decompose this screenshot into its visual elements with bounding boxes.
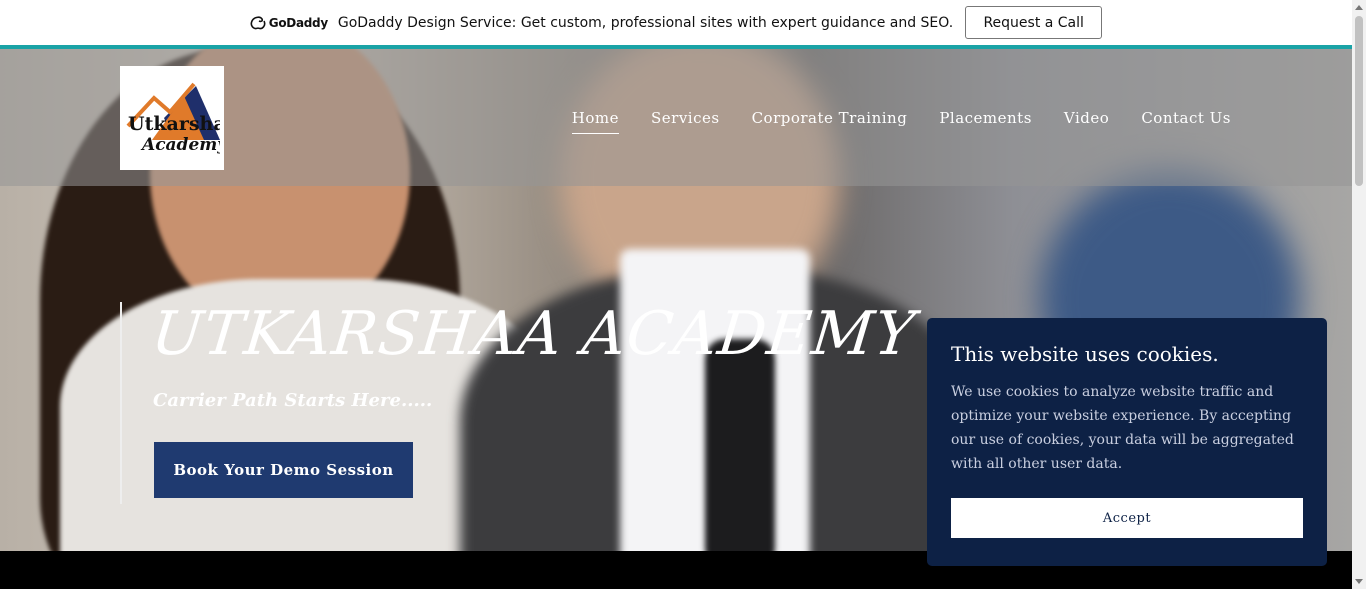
background-photo-shape (705, 339, 775, 551)
godaddy-logo[interactable]: GoDaddy (250, 16, 328, 30)
promo-content: GoDaddy GoDaddy Design Service: Get cust… (250, 6, 1103, 39)
logo-text-line1: Utkarshaa (128, 113, 220, 135)
hero-title: UTKARSHAA ACADEMY (148, 299, 919, 369)
site-logo[interactable]: Utkarshaa Academy (120, 66, 224, 170)
main-nav: Home Services Corporate Training Placeme… (540, 109, 1231, 134)
promo-bar: GoDaddy GoDaddy Design Service: Get cust… (0, 0, 1352, 45)
accept-cookies-button[interactable]: Accept (951, 498, 1303, 538)
request-call-button[interactable]: Request a Call (965, 6, 1103, 39)
hero-accent-line (120, 302, 122, 504)
scroll-down-icon[interactable] (1355, 579, 1363, 584)
scroll-up-icon[interactable] (1355, 5, 1363, 10)
promo-text: GoDaddy Design Service: Get custom, prof… (337, 14, 954, 31)
cookie-banner: This website uses cookies. We use cookie… (927, 318, 1327, 566)
nav-item-placements[interactable]: Placements (939, 109, 1032, 134)
logo-text-line2: Academy (140, 135, 220, 155)
utkarshaa-logo-icon: Utkarshaa Academy (126, 82, 220, 155)
cookie-text: We use cookies to analyze website traffi… (951, 384, 1294, 472)
nav-item-home[interactable]: Home (571, 109, 619, 134)
nav-item-corporate-training[interactable]: Corporate Training (752, 109, 908, 134)
page-scrollbar[interactable] (1352, 0, 1366, 589)
nav-item-video[interactable]: Video (1064, 109, 1109, 134)
godaddy-brand-text: GoDaddy (268, 15, 328, 30)
book-demo-button[interactable]: Book Your Demo Session (154, 442, 413, 498)
cookie-title: This website uses cookies. (951, 342, 1219, 366)
godaddy-icon (250, 15, 266, 29)
hero-subtitle: Carrier Path Starts Here..... (153, 390, 433, 411)
scroll-thumb[interactable] (1355, 16, 1363, 186)
nav-item-services[interactable]: Services (651, 109, 720, 134)
nav-item-contact-us[interactable]: Contact Us (1141, 109, 1231, 134)
